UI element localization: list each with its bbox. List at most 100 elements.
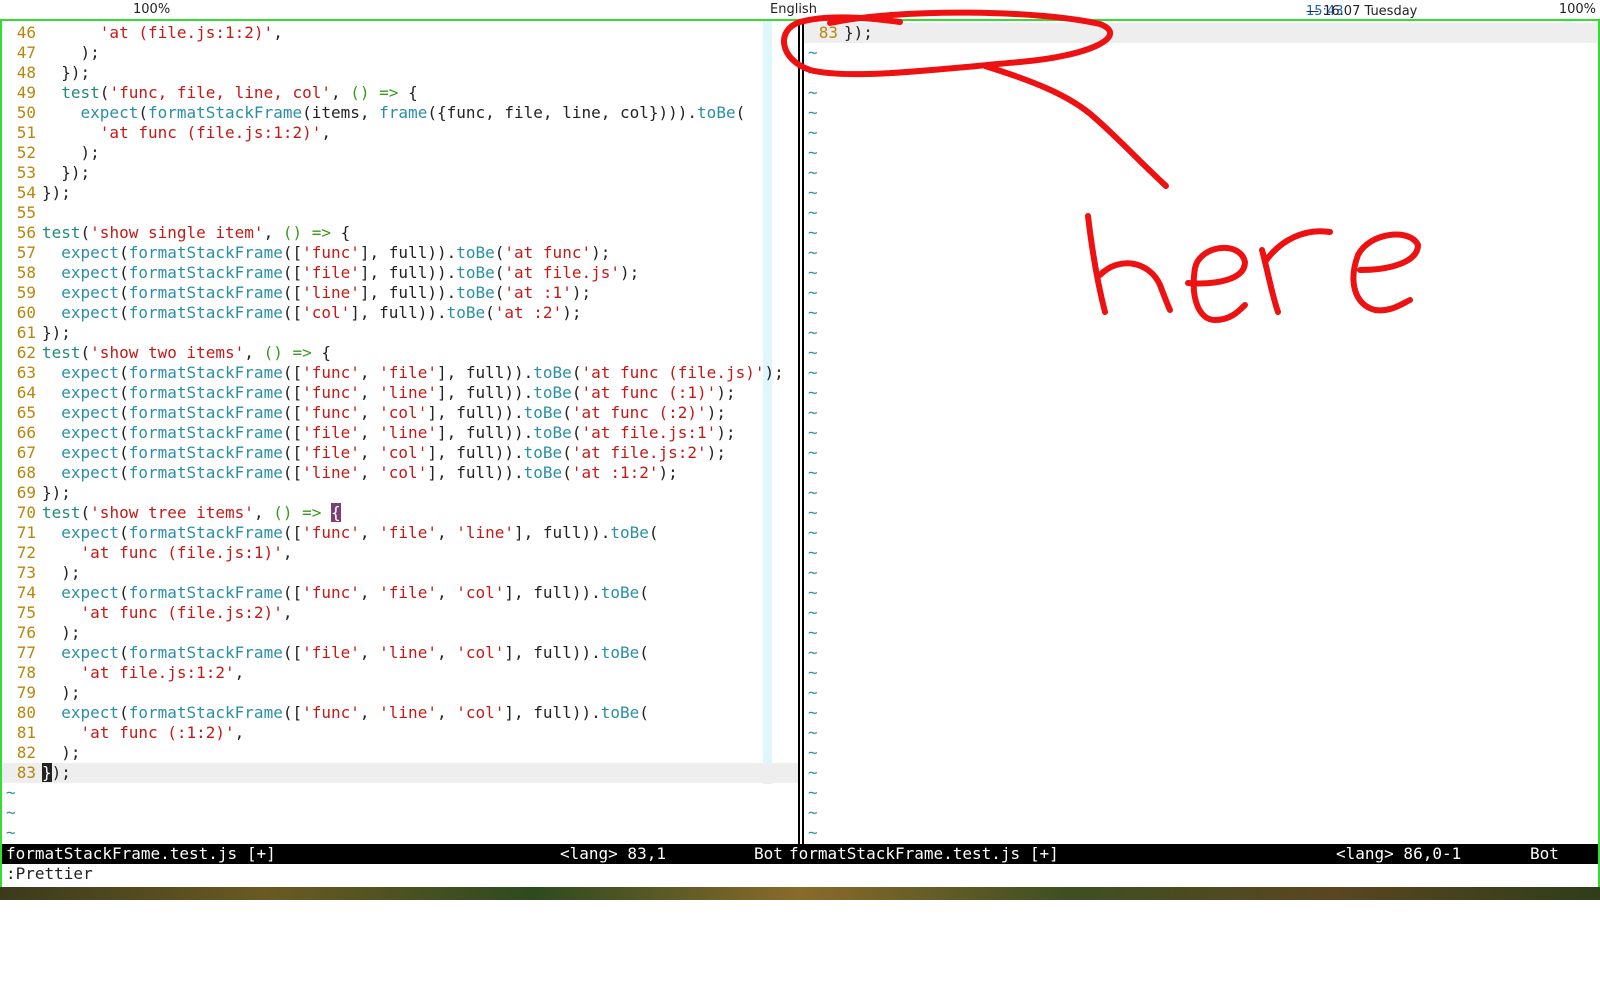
line-number: 56	[16, 223, 36, 242]
empty-line-tilde: ~	[808, 503, 818, 522]
desktop-wallpaper-strip	[0, 887, 1600, 900]
line-number: 67	[16, 443, 36, 462]
code-line[interactable]: 57 expect(formatStackFrame(['func'], ful…	[2, 243, 798, 263]
code-text: });	[42, 63, 91, 82]
code-line[interactable]: 76 );	[2, 623, 798, 643]
code-line[interactable]: 59 expect(formatStackFrame(['line'], ful…	[2, 283, 798, 303]
battery-percent: 100%	[1558, 2, 1596, 17]
empty-line-tilde: ~	[808, 443, 818, 462]
line-number: 50	[16, 103, 36, 122]
code-line[interactable]: 65 expect(formatStackFrame(['func', 'col…	[2, 403, 798, 423]
empty-line-tilde: ~	[808, 683, 818, 702]
code-line[interactable]: 55	[2, 203, 798, 223]
empty-line-tilde: ~	[808, 463, 818, 482]
zoom-percent-left: 100%	[133, 2, 171, 17]
code-line[interactable]: 61});	[2, 323, 798, 343]
code-line[interactable]: 74 expect(formatStackFrame(['func', 'fil…	[2, 583, 798, 603]
code-line[interactable]: 81 'at func (:1:2)',	[2, 723, 798, 743]
empty-line-tilde: ~	[808, 823, 818, 842]
code-text: );	[42, 563, 81, 582]
code-text: expect(formatStackFrame(['func', 'line']…	[61, 383, 736, 402]
empty-line-tilde: ~	[808, 43, 818, 62]
code-line[interactable]: 75 'at func (file.js:2)',	[2, 603, 798, 623]
clock-date: — 16.07 Tuesday	[1306, 4, 1418, 19]
line-number: 75	[16, 603, 36, 622]
empty-line-tilde: ~	[808, 103, 818, 122]
code-line[interactable]: 53 });	[2, 163, 798, 183]
code-text: test('func, file, line, col', () => {	[61, 83, 418, 102]
line-number: 46	[16, 23, 36, 42]
status-line: formatStackFrame.test.js [+] <lang> 83,1…	[2, 844, 1598, 864]
line-number: 49	[16, 83, 36, 102]
code-line[interactable]: 60 expect(formatStackFrame(['col'], full…	[2, 303, 798, 323]
code-text: 'at func (file.js:1)',	[80, 543, 293, 562]
code-line[interactable]: 67 expect(formatStackFrame(['file', 'col…	[2, 443, 798, 463]
editor-pane-right[interactable]: 83}); ~ ~ ~ ~ ~ ~ ~ ~ ~ ~ ~ ~ ~ ~ ~ ~ ~ ~ ~ ~ ~ ~ ~ ~ ~ ~ ~ ~ ~ ~ ~ ~ ~ ~ ~…	[804, 21, 1598, 844]
code-text: 'at (file.js:1:2)',	[99, 23, 283, 42]
code-text: );	[42, 143, 100, 162]
empty-line-tilde: ~	[808, 663, 818, 682]
code-line[interactable]: 83});	[2, 763, 798, 783]
empty-line-tilde: ~	[808, 303, 818, 322]
code-line[interactable]: 51 'at func (file.js:1:2)',	[2, 123, 798, 143]
empty-line-tilde: ~	[808, 63, 818, 82]
code-line[interactable]: 48 });	[2, 63, 798, 83]
code-line[interactable]: 78 'at file.js:1:2',	[2, 663, 798, 683]
status-left-scroll: Bot	[754, 844, 783, 863]
code-line[interactable]: 54});	[2, 183, 798, 203]
code-line[interactable]: 47 );	[2, 43, 798, 63]
code-line[interactable]: 77 expect(formatStackFrame(['file', 'lin…	[2, 643, 798, 663]
command-line[interactable]: :Prettier	[6, 864, 93, 884]
code-line[interactable]: 83});	[804, 23, 1598, 43]
code-line[interactable]: 58 expect(formatStackFrame(['file'], ful…	[2, 263, 798, 283]
code-line[interactable]: 62 test('show two items', () => {	[2, 343, 798, 363]
code-line[interactable]: 71 expect(formatStackFrame(['func', 'fil…	[2, 523, 798, 543]
empty-line-tilde: ~	[808, 383, 818, 402]
empty-line-tilde: ~	[808, 283, 818, 302]
empty-line-tilde: ~	[808, 603, 818, 622]
keyboard-language-indicator[interactable]: English	[770, 2, 817, 17]
line-number: 79	[16, 683, 36, 702]
code-line[interactable]: 82 );	[2, 743, 798, 763]
code-text: expect(formatStackFrame(['col'], full)).…	[61, 303, 582, 322]
empty-line-tilde: ~	[808, 763, 818, 782]
code-line[interactable]: 49 test('func, file, line, col', () => {	[2, 83, 798, 103]
code-line[interactable]: 64 expect(formatStackFrame(['func', 'lin…	[2, 383, 798, 403]
code-line[interactable]: 70 test('show tree items', () => {	[2, 503, 798, 523]
code-line[interactable]: 66 expect(formatStackFrame(['file', 'lin…	[2, 423, 798, 443]
line-number: 69	[16, 483, 36, 502]
line-number: 66	[16, 423, 36, 442]
code-text: });	[844, 23, 873, 42]
empty-line-tilde: ~	[808, 743, 818, 762]
code-line[interactable]: 69});	[2, 483, 798, 503]
code-line[interactable]: 50 expect(formatStackFrame(items, frame(…	[2, 103, 798, 123]
code-line[interactable]: 68 expect(formatStackFrame(['line', 'col…	[2, 463, 798, 483]
status-right-lang-position: <lang> 86,0-1	[1336, 844, 1462, 863]
empty-line-tilde: ~	[808, 803, 818, 822]
empty-line-tilde: ~	[808, 143, 818, 162]
code-line[interactable]: 52 );	[2, 143, 798, 163]
code-text: 'at func (file.js:2)',	[80, 603, 293, 622]
line-number: 52	[16, 143, 36, 162]
line-number: 68	[16, 463, 36, 482]
empty-line-tilde: ~	[6, 783, 16, 802]
empty-line-tilde: ~	[808, 723, 818, 742]
empty-line-tilde: ~	[808, 263, 818, 282]
code-line[interactable]: 79 );	[2, 683, 798, 703]
code-text: expect(formatStackFrame(['file', 'line']…	[61, 423, 736, 442]
code-text: expect(formatStackFrame(['func', 'file',…	[61, 583, 649, 602]
line-number: 72	[16, 543, 36, 562]
line-number: 82	[16, 743, 36, 762]
line-number: 61	[16, 323, 36, 342]
code-line[interactable]: 46 'at (file.js:1:2)',	[2, 23, 798, 43]
code-line[interactable]: 80 expect(formatStackFrame(['func', 'lin…	[2, 703, 798, 723]
status-left-lang-position: <lang> 83,1	[560, 844, 666, 863]
code-text: test('show tree items', () => {	[42, 503, 341, 522]
code-line[interactable]: 63 expect(formatStackFrame(['func', 'fil…	[2, 363, 798, 383]
editor-pane-left[interactable]: 46 'at (file.js:1:2)', 47 ); 48 }); 49 test…	[2, 21, 798, 844]
line-number: 62	[16, 343, 36, 362]
code-line[interactable]: 56 test('show single item', () => {	[2, 223, 798, 243]
line-number: 73	[16, 563, 36, 582]
code-line[interactable]: 72 'at func (file.js:1)',	[2, 543, 798, 563]
code-line[interactable]: 73 );	[2, 563, 798, 583]
